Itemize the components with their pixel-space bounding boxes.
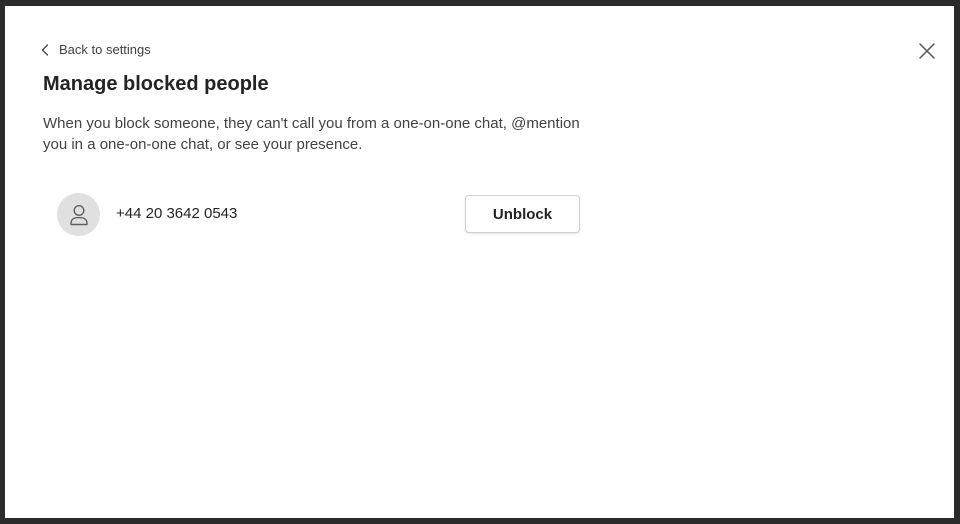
blocked-contact-name: +44 20 3642 0543 [116,205,238,222]
chevron-left-icon [41,43,49,56]
block-description: When you block someone, they can't call … [43,115,580,153]
back-to-settings-label: Back to settings [59,42,151,57]
close-button[interactable] [918,42,936,60]
back-to-settings-link[interactable]: Back to settings [41,42,151,57]
person-icon [68,203,90,227]
unblock-button[interactable]: Unblock [465,195,580,233]
page-title: Manage blocked people [43,73,269,95]
blocked-person-row: +44 20 3642 0543 Unblock [57,193,580,237]
avatar [57,193,100,236]
close-icon [918,42,936,60]
manage-blocked-dialog: Back to settings Manage blocked people W… [5,6,954,518]
